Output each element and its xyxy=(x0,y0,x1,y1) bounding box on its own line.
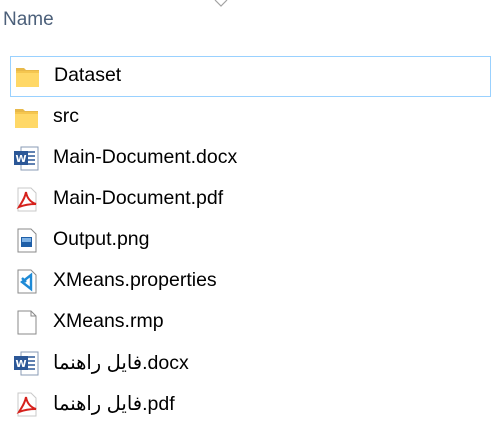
list-item-xmeans-properties[interactable]: XMeans.properties xyxy=(0,261,491,302)
file-name: Output.png xyxy=(53,228,150,250)
list-item-main-document-pdf[interactable]: Main-Document.pdf xyxy=(0,179,491,220)
blank-file-icon xyxy=(17,310,37,335)
file-name: فایل راهنما.pdf xyxy=(53,392,175,416)
column-header: Name xyxy=(0,0,491,40)
word-document-icon: W xyxy=(14,351,39,376)
file-name: Dataset xyxy=(54,64,122,86)
sort-chevron-icon xyxy=(214,0,228,7)
list-item-help-file-docx[interactable]: W فایل راهنما.docx xyxy=(0,343,491,384)
list-item-main-document-docx[interactable]: W Main-Document.docx xyxy=(0,138,491,179)
svg-text:W: W xyxy=(15,359,26,370)
list-item-src[interactable]: src xyxy=(0,97,491,138)
file-name: src xyxy=(53,105,79,127)
file-name-rtl: فایل راهنما xyxy=(53,393,143,415)
list-item-help-file-pdf[interactable]: فایل راهنما.pdf xyxy=(0,384,491,425)
folder-icon xyxy=(15,109,38,128)
file-explorer: Name Dataset src W Main-Document.docx Ma… xyxy=(0,0,491,432)
word-document-icon: W xyxy=(14,146,39,171)
pdf-file-icon xyxy=(16,392,37,417)
file-list: Dataset src W Main-Document.docx Main-Do… xyxy=(0,56,491,425)
file-extension: .pdf xyxy=(142,393,175,415)
name-column-header[interactable]: Name xyxy=(3,9,54,31)
pdf-file-icon xyxy=(16,187,37,212)
list-item-xmeans-rmp[interactable]: XMeans.rmp xyxy=(0,302,491,343)
list-item-output-png[interactable]: Output.png xyxy=(0,220,491,261)
file-name: فایل راهنما.docx xyxy=(53,351,189,375)
file-extension: .docx xyxy=(142,352,189,374)
file-name-rtl: فایل راهنما xyxy=(53,352,143,374)
file-name: XMeans.rmp xyxy=(53,310,164,332)
svg-text:W: W xyxy=(15,154,26,165)
file-name: XMeans.properties xyxy=(53,269,217,291)
file-name: Main-Document.docx xyxy=(53,146,238,168)
image-file-icon xyxy=(17,228,37,253)
list-item-dataset[interactable]: Dataset xyxy=(10,56,491,97)
file-name: Main-Document.pdf xyxy=(53,187,224,209)
folder-icon xyxy=(16,68,39,87)
vscode-file-icon xyxy=(17,269,37,294)
